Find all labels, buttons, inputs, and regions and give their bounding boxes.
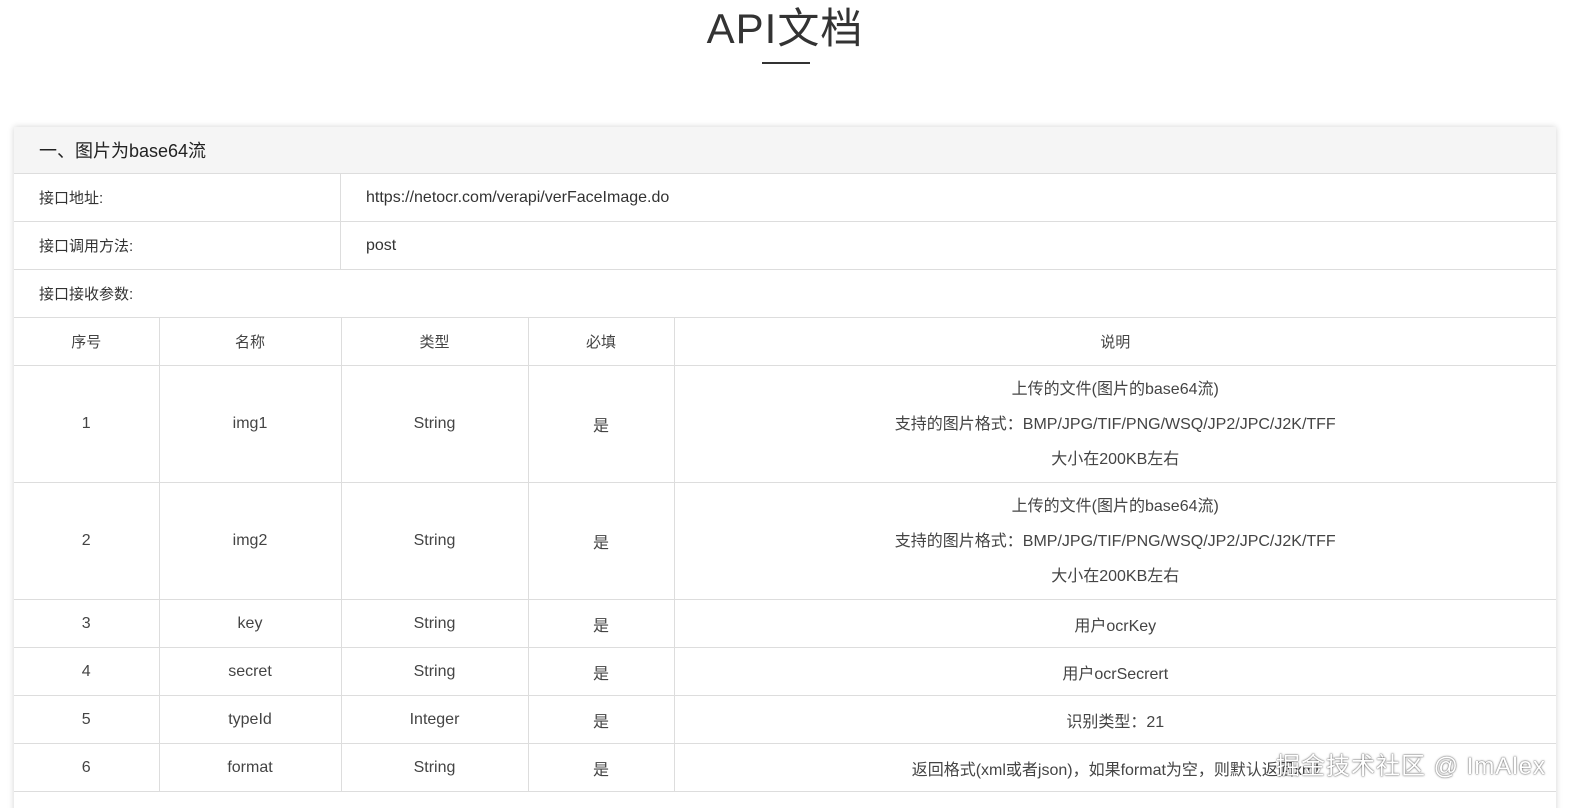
header-type: 类型 (340, 318, 529, 366)
info-row-url: 接口地址: https://netocr.com/verapi/verFaceI… (14, 174, 1556, 222)
table-row: 1 img1 String 是 上传的文件(图片的base64流) 支持的图片格… (14, 365, 1556, 483)
cell-type: Integer (340, 695, 529, 744)
params-label: 接口接收参数: (39, 286, 134, 303)
table-row: 4 secret String 是 用户ocrSecrert (14, 647, 1556, 696)
cell-index: 4 (14, 647, 160, 696)
cell-name: secret (158, 647, 342, 696)
cell-required: 是 (527, 647, 675, 696)
header-name: 名称 (158, 318, 342, 366)
description-line: 大小在200KB左右 (1051, 567, 1180, 585)
description-line: 上传的文件(图片的base64流) (1011, 497, 1219, 515)
watermark: 掘金技术社区 @ ImAlex (1275, 753, 1546, 780)
cell-index: 3 (14, 599, 160, 648)
cell-name: key (158, 599, 342, 648)
description-line: 大小在200KB左右 (1051, 450, 1180, 468)
method-label: 接口调用方法: (14, 222, 341, 269)
description-line: 支持的图片格式：BMP/JPG/TIF/PNG/WSQ/JP2/JPC/J2K/… (894, 415, 1336, 433)
cell-description: 用户ocrSecrert (673, 647, 1556, 696)
cell-type: String (340, 365, 529, 483)
info-row-params: 接口接收参数: (14, 270, 1556, 318)
params-table: 序号 名称 类型 必填 说明 1 img1 String 是 上传的文件(图片的… (14, 318, 1556, 792)
table-row: 5 typeId Integer 是 识别类型：21 (14, 695, 1556, 744)
page-title: API文档 (706, 5, 864, 52)
table-row: 2 img2 String 是 上传的文件(图片的base64流) 支持的图片格… (14, 482, 1556, 600)
header-required: 必填 (527, 318, 675, 366)
url-label: 接口地址: (14, 174, 341, 221)
cell-type: String (340, 482, 529, 600)
cell-type: String (340, 647, 529, 696)
api-doc-page: API文档 一、图片为base64流 接口地址: https://netocr.… (0, 0, 1586, 808)
cell-description: 用户ocrKey (673, 599, 1556, 648)
cell-index: 6 (14, 743, 160, 792)
cell-name: img2 (158, 482, 342, 600)
method-value: post (366, 236, 397, 254)
section-header: 一、图片为base64流 (14, 127, 1556, 174)
description-line: 支持的图片格式：BMP/JPG/TIF/PNG/WSQ/JP2/JPC/J2K/… (894, 532, 1336, 550)
table-header-row: 序号 名称 类型 必填 说明 (14, 318, 1556, 366)
cell-name: typeId (158, 695, 342, 744)
info-row-method: 接口调用方法: post (14, 222, 1556, 270)
cell-required: 是 (527, 365, 675, 483)
cell-type: String (340, 743, 529, 792)
cell-description: 上传的文件(图片的base64流) 支持的图片格式：BMP/JPG/TIF/PN… (673, 365, 1556, 483)
api-section-card: 一、图片为base64流 接口地址: https://netocr.com/ve… (14, 127, 1556, 808)
cell-name: img1 (158, 365, 342, 483)
cell-required: 是 (527, 743, 675, 792)
url-value: https://netocr.com/verapi/verFaceImage.d… (366, 188, 670, 206)
cell-index: 5 (14, 695, 160, 744)
cell-description: 上传的文件(图片的base64流) 支持的图片格式：BMP/JPG/TIF/PN… (673, 482, 1556, 600)
description-line: 上传的文件(图片的base64流) (1011, 380, 1219, 398)
cell-required: 是 (527, 482, 675, 600)
header-description: 说明 (673, 318, 1556, 366)
cell-index: 2 (14, 482, 160, 600)
cell-name: format (158, 743, 342, 792)
cell-required: 是 (527, 599, 675, 648)
cell-description: 识别类型：21 (673, 695, 1556, 744)
table-row: 3 key String 是 用户ocrKey (14, 599, 1556, 648)
cell-type: String (340, 599, 529, 648)
cell-required: 是 (527, 695, 675, 744)
header-index: 序号 (14, 318, 160, 366)
cell-index: 1 (14, 365, 160, 483)
title-underline (762, 62, 810, 64)
